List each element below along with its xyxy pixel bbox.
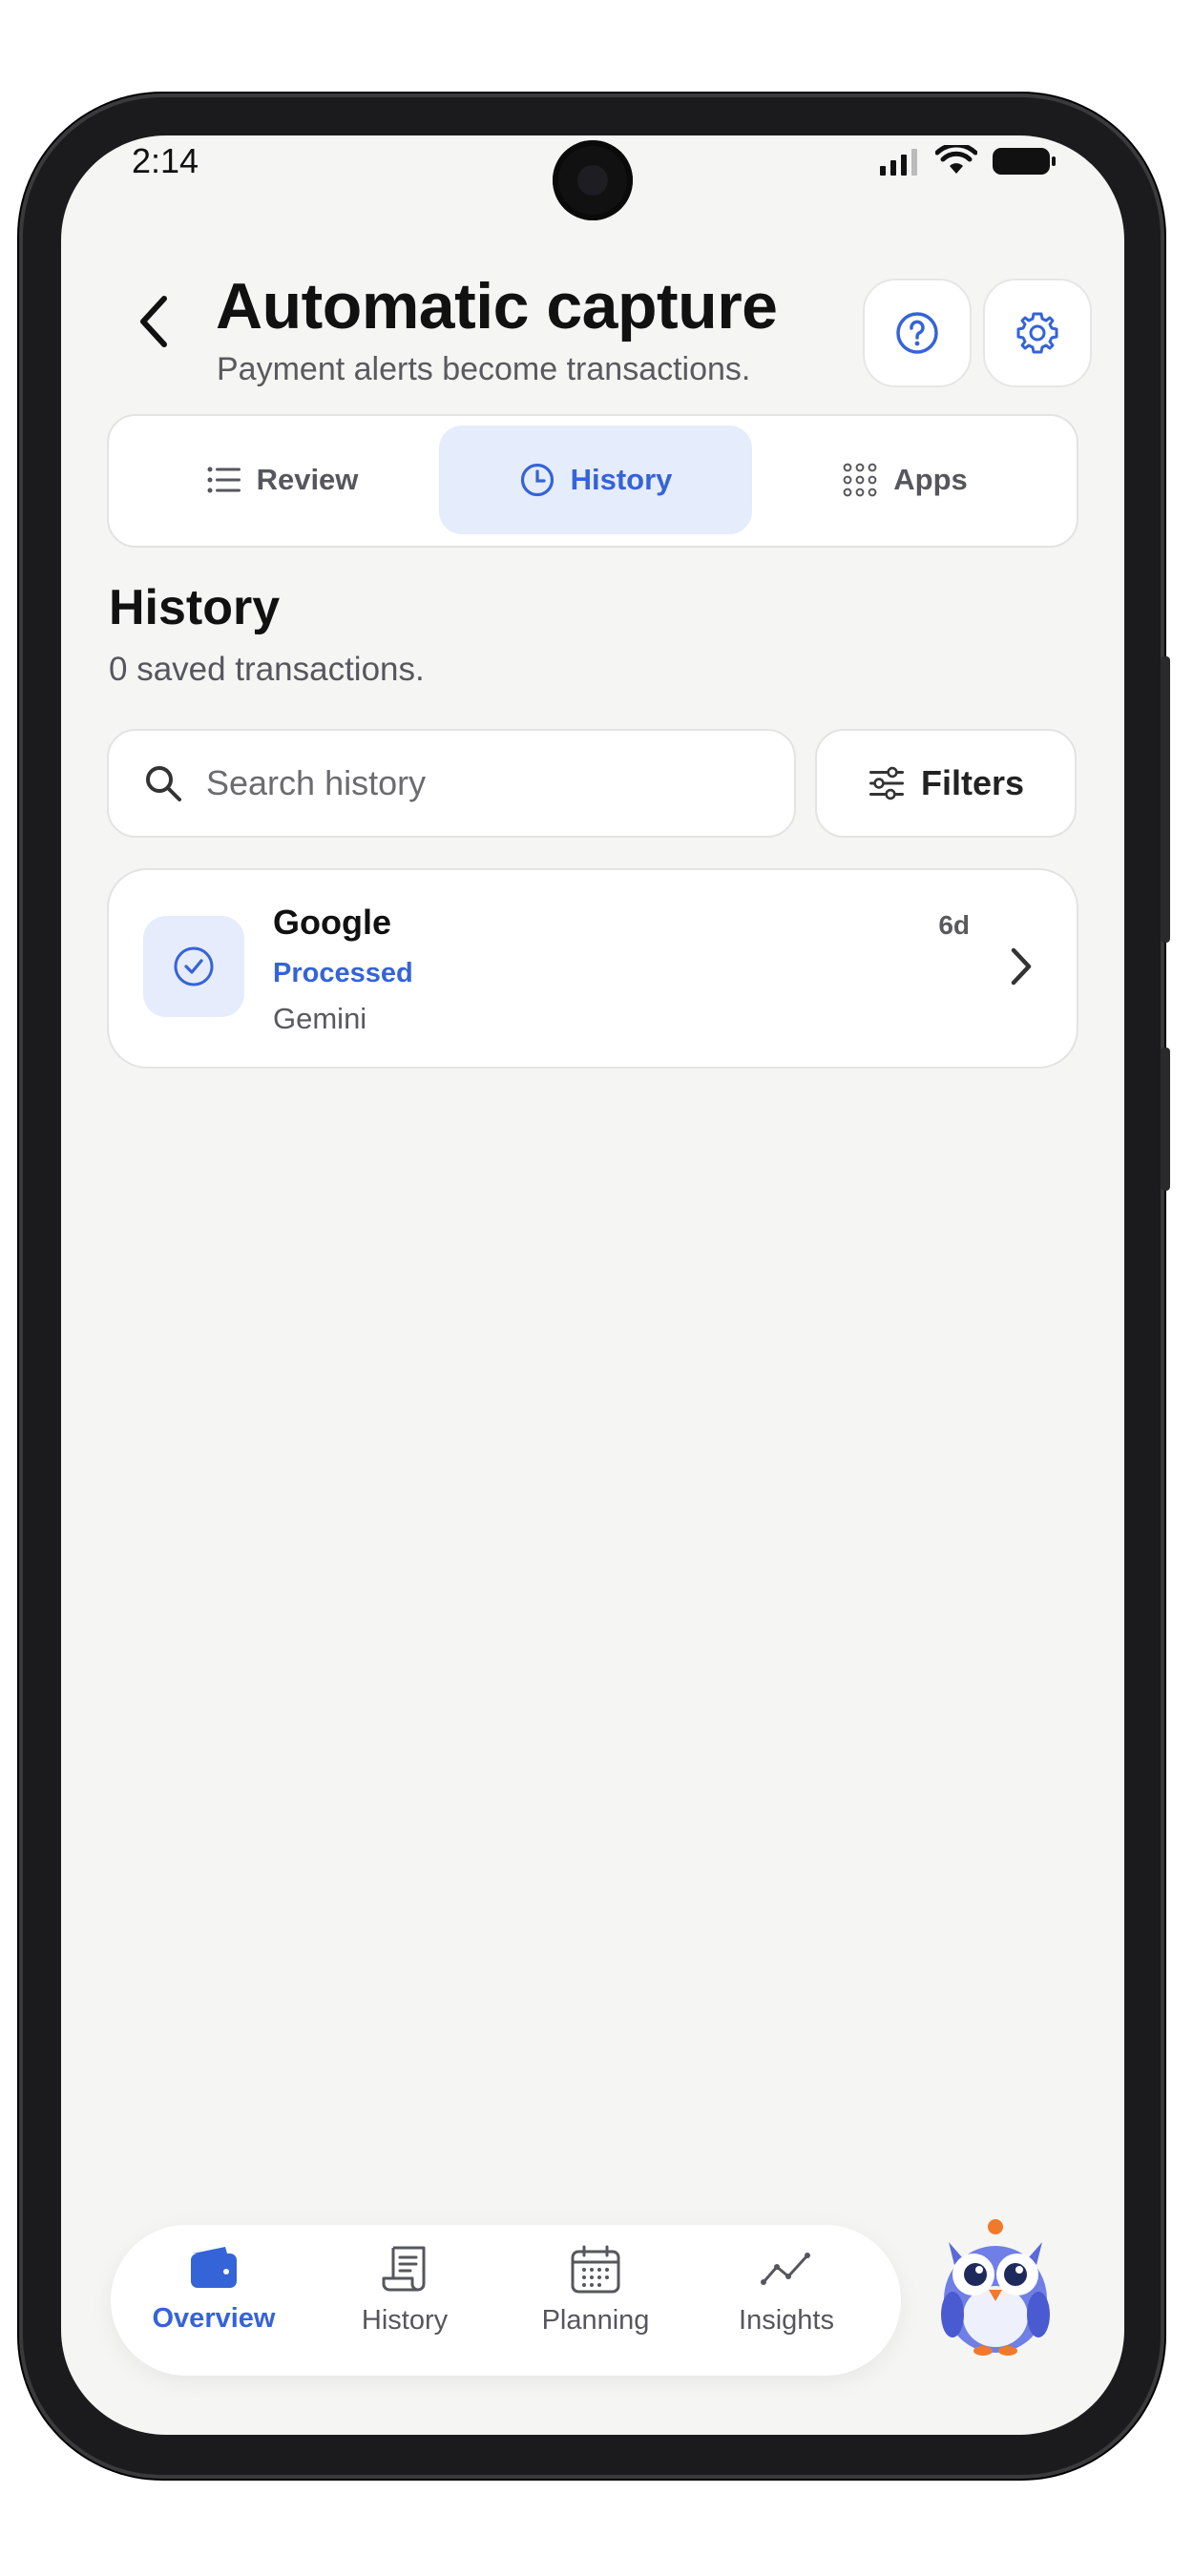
clock-icon: [520, 463, 554, 497]
nav-overview[interactable]: Overview: [128, 2244, 300, 2358]
help-button[interactable]: [863, 279, 972, 387]
sliders-icon: [869, 766, 904, 800]
nav-planning[interactable]: Planning: [510, 2244, 681, 2358]
signal-icon: [880, 149, 917, 176]
volume-button: [1161, 656, 1170, 943]
tab-review[interactable]: Review: [126, 426, 439, 534]
calendar-icon: [571, 2245, 620, 2294]
owl-assistant-icon[interactable]: [933, 2215, 1057, 2358]
search-box: [107, 729, 796, 838]
chevron-right-icon: [1011, 947, 1032, 986]
nav-insights[interactable]: Insights: [701, 2244, 872, 2358]
tab-apps[interactable]: Apps: [748, 426, 1061, 534]
tab-history[interactable]: History: [439, 426, 752, 534]
transaction-merchant: Google: [273, 903, 391, 942]
question-circle-icon: [896, 312, 938, 354]
saved-count: 0 saved transactions.: [109, 651, 425, 688]
section-title: History: [109, 580, 281, 635]
tab-history-label: History: [570, 463, 673, 496]
grid-icon: [843, 463, 877, 497]
check-circle-icon: [174, 946, 214, 987]
wallet-icon: [191, 2247, 237, 2288]
bottom-nav: Overview History Planning Insights: [111, 2225, 901, 2376]
status-icons: [878, 145, 1057, 177]
status-badge: [143, 916, 244, 1017]
camera-cutout: [553, 140, 633, 220]
nav-insights-label: Insights: [739, 2305, 834, 2336]
transaction-age: 6d: [938, 910, 970, 940]
transaction-status: Processed: [273, 958, 413, 988]
search-input[interactable]: [204, 762, 743, 804]
chevron-left-icon: [140, 296, 167, 347]
transaction-description: Gemini: [273, 1002, 367, 1035]
transaction-row[interactable]: Google Processed Gemini 6d: [107, 868, 1078, 1069]
tab-review-label: Review: [256, 463, 359, 496]
power-button: [1161, 1048, 1170, 1191]
nav-planning-label: Planning: [541, 2305, 650, 2336]
status-time: 2:14: [132, 141, 199, 180]
filters-button[interactable]: Filters: [815, 729, 1077, 838]
gear-icon: [1016, 312, 1058, 354]
battery-icon: [993, 148, 1056, 175]
app-screen: 2:14 Automatic capture Payment alerts be…: [61, 135, 1124, 2435]
filters-label: Filters: [920, 763, 1025, 802]
nav-overview-label: Overview: [152, 2303, 276, 2334]
search-icon: [146, 766, 181, 801]
nav-history-label: History: [361, 2305, 449, 2336]
capture-tabs: Review History Apps: [107, 414, 1078, 548]
back-button[interactable]: [126, 288, 183, 355]
wifi-icon: [935, 145, 977, 174]
tab-apps-label: Apps: [893, 463, 968, 496]
nav-history[interactable]: History: [319, 2244, 491, 2358]
settings-button[interactable]: [983, 279, 1092, 387]
page-subtitle: Payment alerts become transactions.: [217, 351, 751, 387]
page-title: Automatic capture: [216, 270, 778, 343]
receipt-icon: [382, 2246, 426, 2292]
trend-icon: [761, 2253, 810, 2285]
list-icon: [207, 467, 241, 493]
